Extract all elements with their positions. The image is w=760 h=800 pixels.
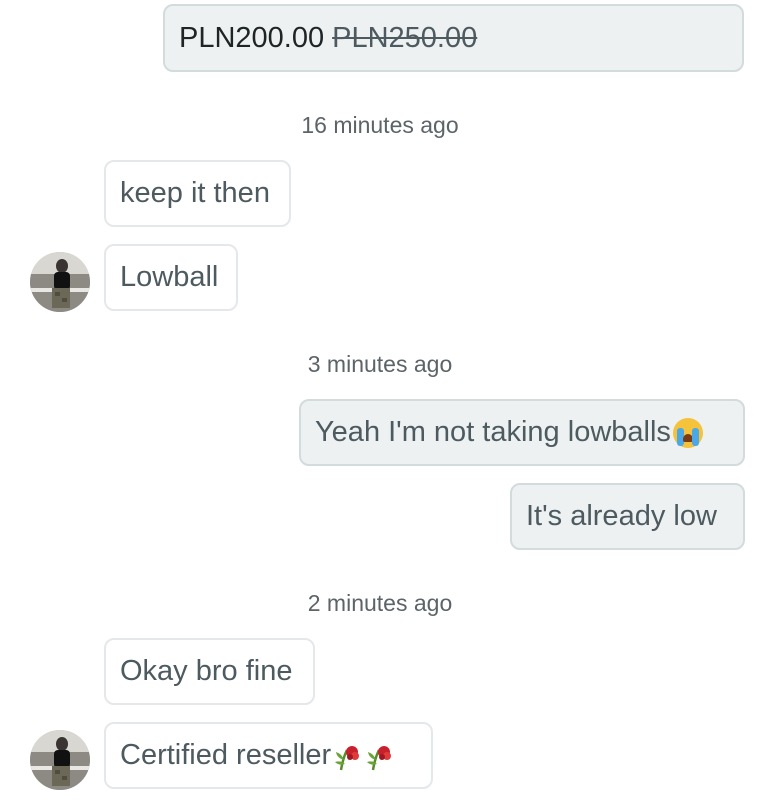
offer-old-price: PLN250.00 bbox=[332, 21, 478, 54]
timestamp: 16 minutes ago bbox=[301, 112, 459, 138]
message-incoming[interactable]: Okay bro fine bbox=[104, 638, 315, 705]
avatar[interactable] bbox=[30, 252, 90, 312]
timestamp: 2 minutes ago bbox=[307, 590, 453, 616]
avatar[interactable] bbox=[30, 730, 90, 790]
message-incoming[interactable]: Certified reseller bbox=[104, 722, 433, 789]
message-text: Certified reseller bbox=[120, 739, 332, 771]
message-outgoing[interactable]: It's already low bbox=[510, 483, 745, 550]
message-text: keep it then bbox=[120, 177, 270, 209]
wilted-flower-icon bbox=[335, 745, 360, 770]
message-text: It's already low bbox=[526, 500, 717, 532]
message-text: Yeah I'm not taking lowballs bbox=[315, 416, 671, 448]
offer-price: PLN200.00 bbox=[179, 21, 325, 54]
message-outgoing[interactable]: Yeah I'm not taking lowballs bbox=[299, 399, 745, 466]
offer-price-bubble[interactable]: PLN200.00 PLN250.00 bbox=[163, 4, 744, 72]
message-text: Lowball bbox=[120, 261, 219, 293]
timestamp: 3 minutes ago bbox=[307, 351, 453, 377]
crying-face-icon bbox=[672, 417, 703, 448]
message-incoming[interactable]: Lowball bbox=[104, 244, 238, 311]
wilted-flower-icon bbox=[367, 745, 392, 770]
message-text: Okay bro fine bbox=[120, 655, 293, 687]
message-incoming[interactable]: keep it then bbox=[104, 160, 291, 227]
